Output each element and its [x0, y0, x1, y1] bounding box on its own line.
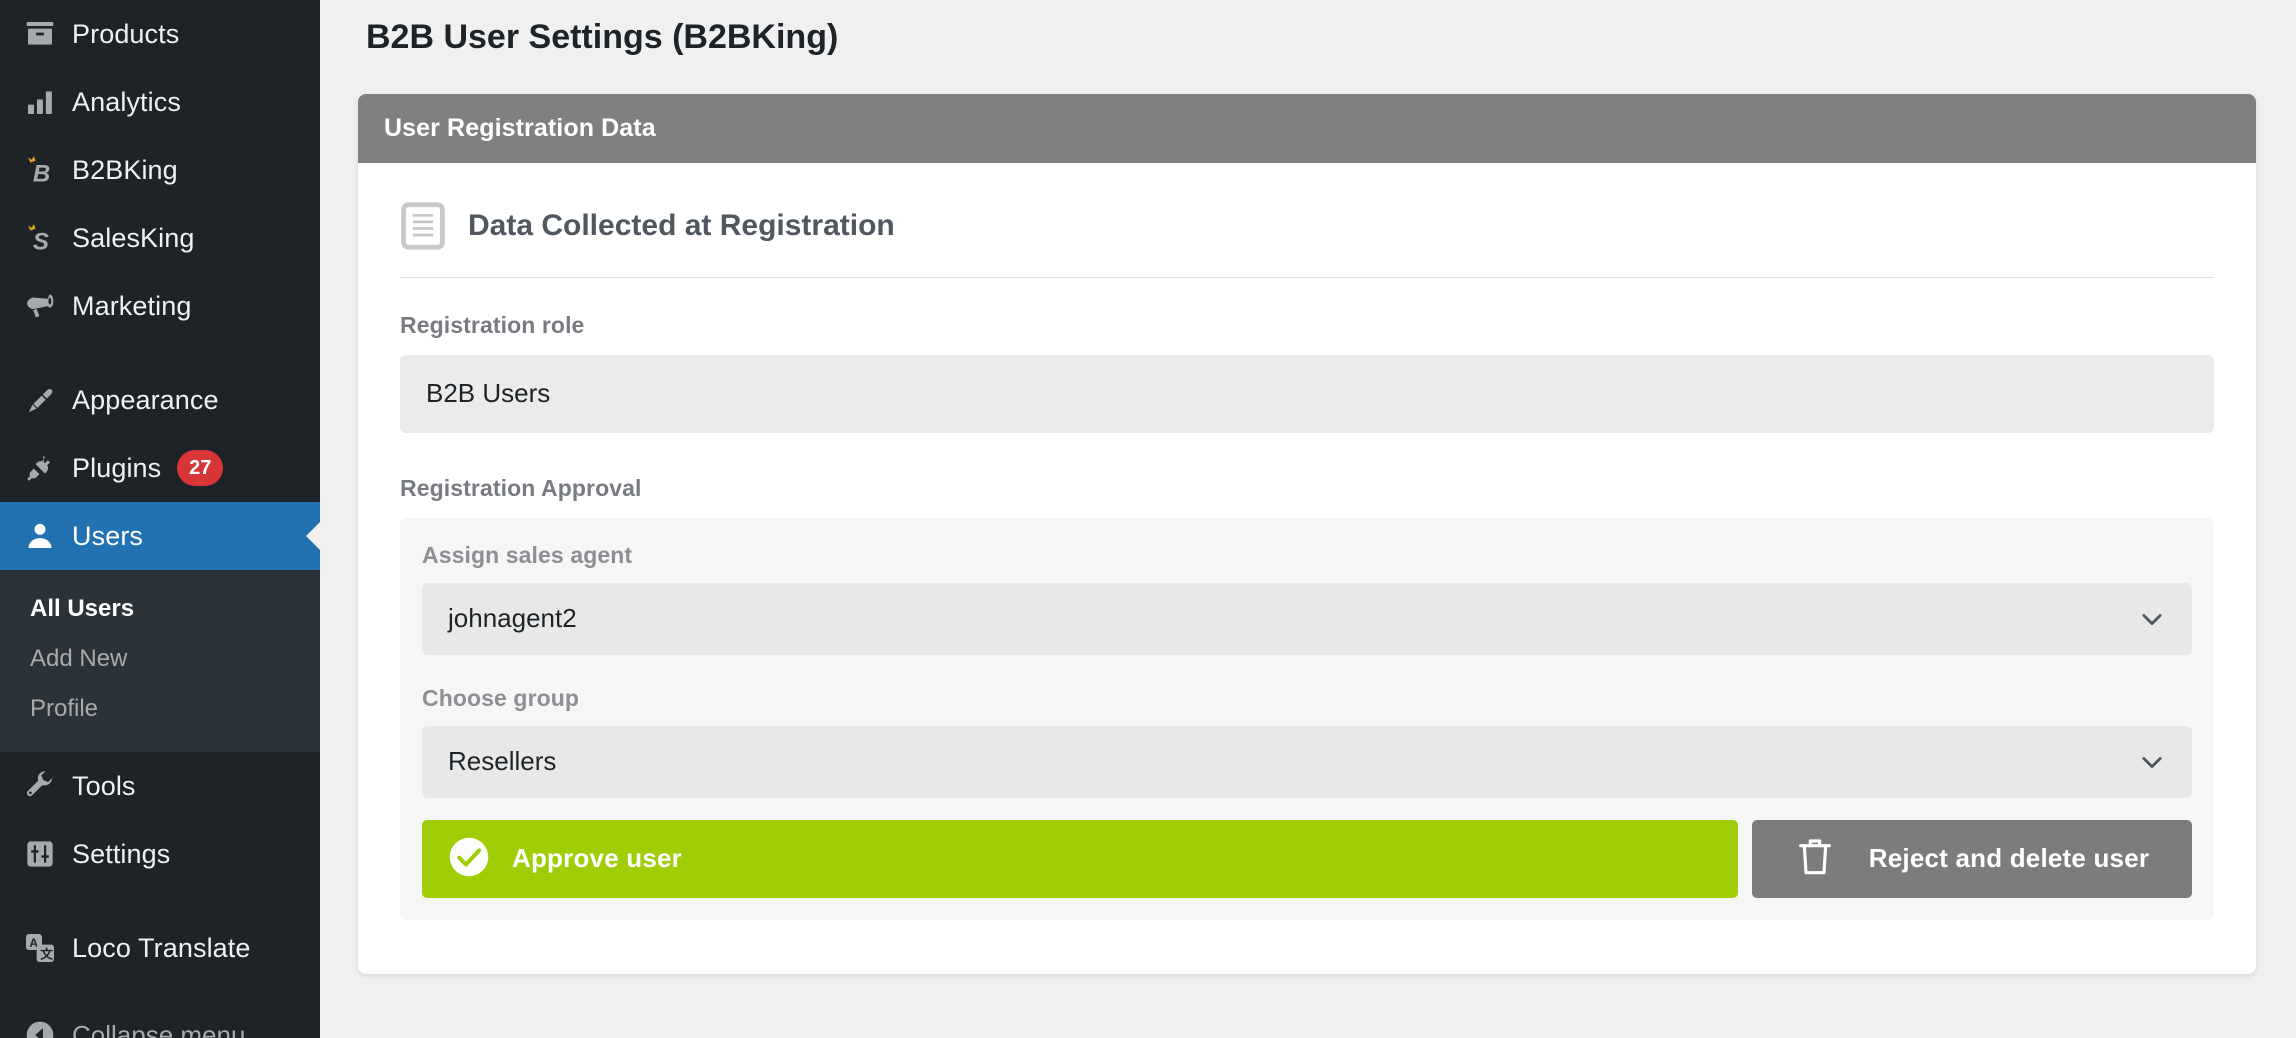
- svg-text:文: 文: [40, 947, 53, 962]
- sidebar-item-b2bking[interactable]: B B2BKing: [0, 136, 320, 204]
- megaphone-icon: [18, 290, 62, 322]
- page-title: B2B User Settings (B2BKing): [366, 18, 839, 56]
- users-submenu: All Users Add New Profile: [0, 570, 320, 752]
- collapse-arrow-icon: [18, 1019, 62, 1038]
- sidebar-item-label: Appearance: [72, 384, 219, 415]
- svg-text:B: B: [33, 160, 50, 187]
- sidebar-item-label: Analytics: [72, 86, 181, 117]
- assign-sales-agent-value: johnagent2: [448, 603, 577, 634]
- sidebar-item-loco-translate[interactable]: A 文 Loco Translate: [0, 914, 320, 982]
- sidebar-item-label: Tools: [72, 770, 136, 801]
- assign-sales-agent-select[interactable]: johnagent2: [422, 582, 2192, 655]
- choose-group-value: Resellers: [448, 746, 557, 777]
- trash-icon: [1795, 835, 1835, 882]
- sidebar-item-label: Products: [72, 18, 180, 49]
- card-body: Data Collected at Registration Registrat…: [358, 163, 2256, 974]
- registration-approval-label: Registration Approval: [400, 474, 642, 501]
- sidebar-item-label: Plugins: [72, 452, 162, 483]
- wordpress-admin-screen: Products Analytics B B2BKing S SalesKing…: [0, 0, 2296, 1038]
- user-icon: [18, 520, 62, 552]
- sidebar-subitem-add-new[interactable]: Add New: [0, 634, 320, 684]
- sidebar-item-appearance[interactable]: Appearance: [0, 366, 320, 434]
- approve-user-button[interactable]: Approve user: [422, 819, 1738, 898]
- main-content: B2B User Settings (B2BKing) User Registr…: [320, 0, 2296, 1038]
- section-heading: Data Collected at Registration: [400, 191, 2214, 277]
- sidebar-item-label: Loco Translate: [72, 932, 251, 963]
- sidebar-item-label: Users: [72, 520, 144, 551]
- registration-approval-panel: Assign sales agent johnagent2 Choose gro…: [400, 517, 2214, 920]
- registration-role-value: B2B Users: [400, 354, 2214, 433]
- registration-role-label: Registration role: [400, 311, 585, 338]
- chevron-down-icon: [2138, 605, 2166, 633]
- user-registration-data-card: User Registration Data Data Collected at…: [358, 93, 2256, 974]
- section-divider: [400, 276, 2214, 278]
- document-form-icon: [400, 201, 446, 251]
- analytics-bars-icon: [18, 86, 62, 118]
- choose-group-select[interactable]: Resellers: [422, 725, 2192, 798]
- sidebar-subitem-all-users[interactable]: All Users: [0, 584, 320, 634]
- wrench-icon: [18, 770, 62, 802]
- check-circle-icon: [448, 836, 490, 881]
- sidebar-item-analytics[interactable]: Analytics: [0, 68, 320, 136]
- sidebar-subitem-profile[interactable]: Profile: [0, 684, 320, 734]
- sidebar-item-plugins[interactable]: Plugins 27: [0, 434, 320, 502]
- sidebar-item-settings[interactable]: Settings: [0, 820, 320, 888]
- section-title: Data Collected at Registration: [468, 208, 895, 242]
- salesking-crown-icon: S: [18, 221, 62, 255]
- assign-sales-agent-label: Assign sales agent: [422, 541, 633, 568]
- sidebar-item-label: Settings: [72, 838, 171, 869]
- choose-group-label: Choose group: [422, 684, 580, 711]
- chevron-down-icon: [2138, 748, 2166, 776]
- sidebar-item-users[interactable]: Users: [0, 502, 320, 570]
- sidebar-item-label: B2BKing: [72, 154, 178, 185]
- collapse-menu-button[interactable]: Collapse menu: [0, 1004, 320, 1038]
- b2bking-crown-icon: B: [18, 153, 62, 187]
- approval-button-row: Approve user Reject and delete user: [422, 819, 2192, 898]
- translate-icon: A 文: [18, 932, 62, 964]
- plug-icon: [18, 452, 62, 484]
- collapse-menu-label: Collapse menu: [72, 1019, 246, 1038]
- card-header-title: User Registration Data: [358, 93, 2256, 163]
- paintbrush-icon: [18, 384, 62, 416]
- sidebar-item-label: Marketing: [72, 290, 192, 321]
- approve-user-label: Approve user: [512, 843, 683, 874]
- svg-text:S: S: [33, 228, 49, 255]
- sidebar-item-label: SalesKing: [72, 222, 195, 253]
- sidebar-item-marketing[interactable]: Marketing: [0, 272, 320, 340]
- products-box-icon: [18, 18, 62, 50]
- plugins-update-badge: 27: [177, 450, 224, 486]
- sliders-icon: [18, 838, 62, 870]
- reject-and-delete-user-label: Reject and delete user: [1868, 843, 2150, 874]
- sidebar-item-products[interactable]: Products: [0, 0, 320, 68]
- admin-sidebar: Products Analytics B B2BKing S SalesKing…: [0, 0, 320, 1038]
- sidebar-item-salesking[interactable]: S SalesKing: [0, 204, 320, 272]
- reject-and-delete-user-button[interactable]: Reject and delete user: [1752, 819, 2192, 898]
- sidebar-item-tools[interactable]: Tools: [0, 752, 320, 820]
